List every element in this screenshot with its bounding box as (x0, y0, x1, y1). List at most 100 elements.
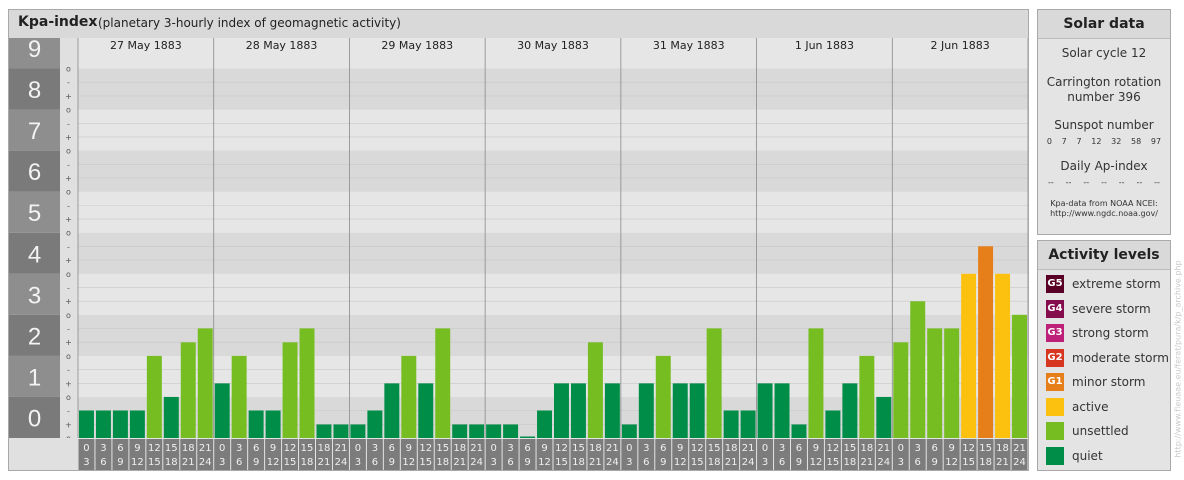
y-major-tick-label: 6 (28, 159, 41, 186)
x-tick-start-label: 21 (877, 443, 890, 454)
x-tick-end-label: 24 (199, 457, 212, 468)
x-tick-start-label: 6 (524, 443, 530, 454)
y-minor-tick-label: - (67, 366, 70, 375)
sunspot-number-label: Sunspot number (1054, 118, 1154, 132)
kp-bar (418, 383, 434, 438)
x-tick-start-label: 12 (284, 443, 297, 454)
kpa-chart-panel: Kpa-index (planetary 3-hourly index of g… (8, 9, 1029, 471)
kp-bar (112, 410, 128, 438)
kp-bar (961, 273, 977, 438)
kp-bar (655, 355, 671, 438)
y-minor-tick-label: + (65, 174, 72, 183)
y-minor-tick-label: + (65, 133, 72, 142)
x-tick-end-label: 9 (389, 457, 395, 468)
x-tick-start-label: 6 (253, 443, 259, 454)
kp-bar (214, 383, 230, 438)
kp-bar (384, 383, 400, 438)
y-minor-tick-label: o (66, 106, 71, 115)
x-tick-end-label: 18 (844, 457, 857, 468)
y-minor-tick-label: o (66, 65, 71, 74)
x-tick-start-label: 15 (436, 443, 449, 454)
kpa-bar-chart: 0123456789o+-o+-o+-o+-o+-o+-o+-o+-o+-o27… (9, 38, 1028, 470)
x-tick-start-label: 15 (301, 443, 314, 454)
x-tick-end-label: 15 (555, 457, 568, 468)
legend-label: severe storm (1072, 301, 1151, 316)
x-tick-start-label: 12 (148, 443, 161, 454)
kp-bar (757, 383, 773, 438)
y-major-tick-label: 1 (28, 364, 41, 391)
x-tick-end-label: 6 (507, 457, 513, 468)
chart-title: Kpa-index (18, 14, 98, 30)
x-tick-end-label: 18 (165, 457, 178, 468)
legend-label: moderate storm (1072, 350, 1169, 365)
activity-levels-title: Activity levels (1038, 241, 1170, 270)
plot-band (78, 191, 1028, 233)
kp-bar (197, 328, 213, 438)
y-minor-tick-label: o (66, 311, 71, 320)
x-tick-start-label: 15 (979, 443, 992, 454)
plot-band (78, 150, 1028, 192)
y-minor-tick-label: - (67, 407, 70, 416)
x-tick-end-label: 6 (100, 457, 106, 468)
x-tick-start-label: 21 (1013, 443, 1026, 454)
x-tick-end-label: 15 (148, 457, 161, 468)
kp-bar (282, 342, 298, 438)
solar-data-panel: Solar data Solar cycle 12 Carrington rot… (1037, 9, 1171, 235)
kp-bar (333, 424, 349, 438)
sunspot-value-3: 12 (1091, 137, 1102, 146)
x-tick-start-label: 3 (372, 443, 378, 454)
kp-bar (520, 436, 536, 438)
x-tick-end-label: 24 (606, 457, 619, 468)
x-tick-start-label: 3 (100, 443, 106, 454)
day-label: 2 Jun 1883 (931, 39, 990, 52)
x-tick-start-label: 18 (725, 443, 738, 454)
kp-bar (180, 342, 196, 438)
x-tick-end-label: 6 (779, 457, 785, 468)
plot-band (78, 232, 1028, 274)
x-tick-end-label: 6 (915, 457, 921, 468)
ap-value-4: -- (1118, 178, 1125, 187)
x-tick-start-label: 3 (915, 443, 921, 454)
plot-band (78, 273, 1028, 315)
x-tick-end-label: 21 (318, 457, 331, 468)
kp-bar (859, 355, 875, 438)
kp-bar (825, 410, 841, 438)
legend-swatch (1046, 446, 1064, 465)
x-tick-end-label: 24 (335, 457, 348, 468)
legend-label: extreme storm (1072, 277, 1161, 291)
y-major-tick-label: 0 (28, 405, 41, 432)
y-minor-tick-label: o (66, 352, 71, 361)
ap-value-1: -- (1065, 178, 1072, 187)
y-minor-tick-label: - (67, 242, 70, 251)
x-tick-start-label: 6 (389, 443, 395, 454)
y-major-tick-label: 3 (28, 282, 41, 309)
kp-bar (808, 328, 824, 438)
kp-bar (299, 328, 315, 438)
x-tick-end-label: 24 (470, 457, 483, 468)
x-tick-end-label: 3 (355, 457, 361, 468)
x-tick-end-label: 12 (674, 457, 687, 468)
x-tick-start-label: 9 (813, 443, 819, 454)
kp-bar (146, 355, 162, 438)
legend-label: active (1072, 399, 1109, 414)
kp-bar (248, 410, 264, 438)
x-tick-start-label: 18 (996, 443, 1009, 454)
y-major-tick-label: 7 (28, 118, 41, 145)
y-minor-tick-label: + (65, 256, 72, 265)
x-tick-end-label: 3 (762, 457, 768, 468)
legend-swatch: G2 (1046, 348, 1064, 367)
y-minor-tick-label: + (65, 379, 72, 388)
legend-label: unsettled (1072, 424, 1129, 438)
x-tick-start-label: 21 (742, 443, 755, 454)
kp-bar (910, 301, 926, 438)
kp-bar (740, 410, 756, 438)
solar-data-title: Solar data (1038, 10, 1170, 39)
x-tick-start-label: 3 (507, 443, 513, 454)
kp-bar (893, 342, 909, 438)
ap-value-5: -- (1136, 178, 1143, 187)
x-tick-end-label: 6 (372, 457, 378, 468)
kp-bar (129, 410, 145, 438)
x-tick-start-label: 15 (165, 443, 178, 454)
y-minor-tick-label: o (66, 229, 71, 238)
kp-bar (95, 410, 111, 438)
